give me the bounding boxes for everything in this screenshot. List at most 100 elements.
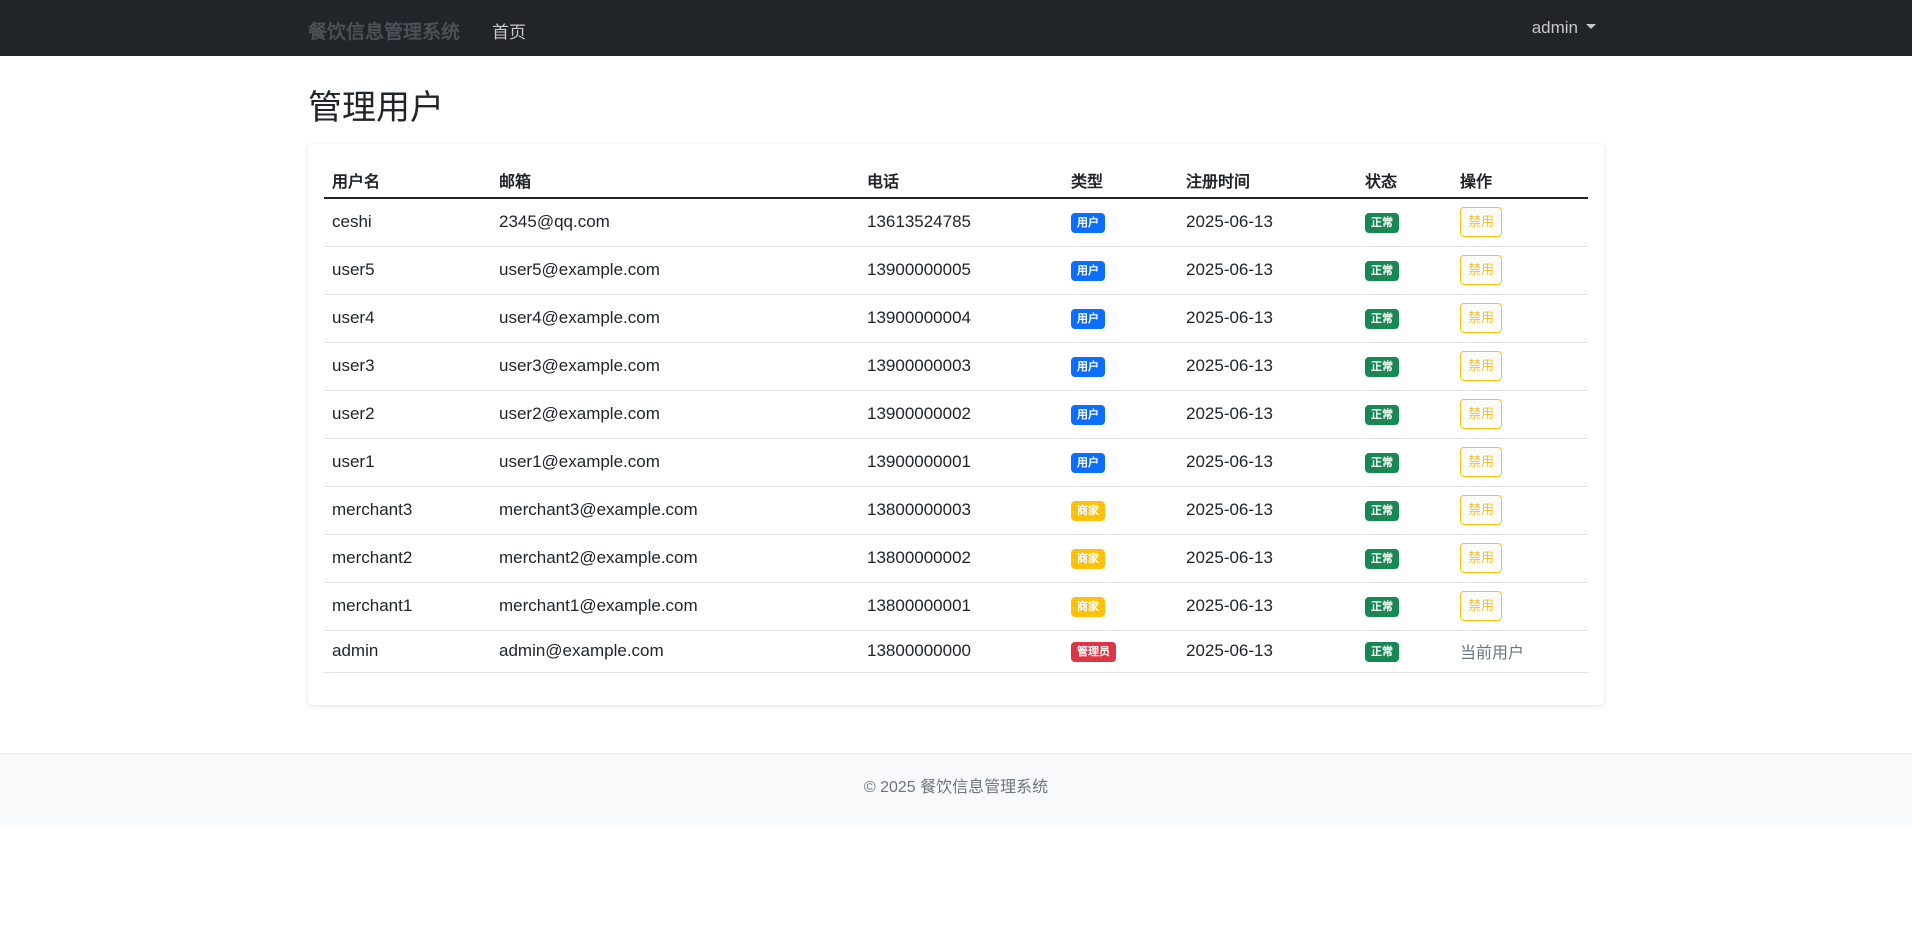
page-title: 管理用户 — [308, 89, 444, 127]
disable-button[interactable]: 禁用 — [1460, 303, 1503, 333]
cell-username: user5 — [324, 246, 491, 295]
user-dropdown[interactable]: admin — [1532, 18, 1596, 38]
cell-register-date: 2025-06-13 — [1178, 582, 1357, 631]
cell-status: 正常 — [1357, 582, 1452, 631]
cell-register-date: 2025-06-13 — [1178, 198, 1357, 247]
cell-actions: 当前用户 — [1452, 630, 1588, 673]
cell-email: merchant1@example.com — [491, 582, 859, 631]
cell-type: 用户 — [1063, 246, 1178, 295]
current-user-label: 当前用户 — [1460, 645, 1525, 662]
cell-type: 商家 — [1063, 486, 1178, 535]
table-row: user4 user4@example.com 13900000004 用户 2025-… — [324, 294, 1588, 343]
type-badge: 用户 — [1071, 261, 1105, 281]
cell-email: user5@example.com — [491, 246, 859, 295]
cell-actions: 禁用 — [1452, 486, 1588, 535]
cell-username: admin — [324, 630, 491, 673]
cell-type: 用户 — [1063, 294, 1178, 343]
header-register-date: 注册时间 — [1178, 162, 1357, 199]
type-badge: 用户 — [1071, 405, 1105, 425]
cell-status: 正常 — [1357, 342, 1452, 391]
header-status: 状态 — [1357, 162, 1452, 199]
cell-register-date: 2025-06-13 — [1178, 246, 1357, 295]
cell-type: 商家 — [1063, 534, 1178, 583]
cell-actions: 禁用 — [1452, 582, 1588, 631]
header-username: 用户名 — [324, 162, 491, 199]
cell-status: 正常 — [1357, 390, 1452, 439]
user-dropdown-label: admin — [1531, 18, 1578, 37]
cell-actions: 禁用 — [1452, 342, 1588, 391]
disable-button[interactable]: 禁用 — [1460, 591, 1503, 621]
disable-button[interactable]: 禁用 — [1460, 399, 1503, 429]
cell-actions: 禁用 — [1452, 294, 1588, 343]
cell-register-date: 2025-06-13 — [1178, 438, 1357, 487]
cell-username: merchant3 — [324, 486, 491, 535]
cell-type: 用户 — [1063, 198, 1178, 247]
cell-register-date: 2025-06-13 — [1178, 342, 1357, 391]
status-badge: 正常 — [1365, 597, 1399, 617]
cell-email: user1@example.com — [491, 438, 859, 487]
type-badge: 商家 — [1071, 549, 1105, 569]
top-navbar: 餐饮信息管理系统 首页 admin — [0, 0, 1912, 56]
cell-username: user1 — [324, 438, 491, 487]
cell-status: 正常 — [1357, 246, 1452, 295]
table-row: ceshi 2345@qq.com 13613524785 用户 2025-06-13 正… — [324, 198, 1588, 247]
type-badge: 商家 — [1071, 597, 1105, 617]
cell-username: user3 — [324, 342, 491, 391]
cell-email: merchant3@example.com — [491, 486, 859, 535]
status-badge: 正常 — [1365, 405, 1399, 425]
table-row: merchant3 merchant3@example.com 1380000000… — [324, 486, 1588, 535]
cell-phone: 13613524785 — [859, 198, 1063, 247]
status-badge: 正常 — [1365, 357, 1399, 377]
cell-email: user2@example.com — [491, 390, 859, 439]
cell-phone: 13800000002 — [859, 534, 1063, 583]
type-badge: 商家 — [1071, 501, 1105, 521]
brand-link[interactable]: 餐饮信息管理系统 — [308, 17, 460, 44]
cell-register-date: 2025-06-13 — [1178, 294, 1357, 343]
table-row: merchant1 merchant1@example.com 1380000000… — [324, 582, 1588, 631]
cell-username: merchant1 — [324, 582, 491, 631]
cell-username: user2 — [324, 390, 491, 439]
cell-phone: 13800000000 — [859, 630, 1063, 673]
cell-type: 用户 — [1063, 438, 1178, 487]
type-badge: 用户 — [1071, 309, 1105, 329]
disable-button[interactable]: 禁用 — [1460, 207, 1503, 238]
cell-register-date: 2025-06-13 — [1178, 390, 1357, 439]
cell-type: 商家 — [1063, 582, 1178, 631]
type-badge: 用户 — [1071, 213, 1105, 234]
cell-phone: 13800000001 — [859, 582, 1063, 631]
disable-button[interactable]: 禁用 — [1460, 255, 1503, 285]
cell-email: admin@example.com — [491, 630, 859, 673]
chevron-down-icon — [1586, 24, 1596, 30]
cell-phone: 13900000003 — [859, 342, 1063, 391]
cell-actions: 禁用 — [1452, 198, 1588, 247]
disable-button[interactable]: 禁用 — [1460, 543, 1503, 573]
disable-button[interactable]: 禁用 — [1460, 495, 1503, 525]
cell-register-date: 2025-06-13 — [1178, 534, 1357, 583]
type-badge: 用户 — [1071, 357, 1105, 377]
cell-type: 管理员 — [1063, 630, 1178, 673]
cell-phone: 13900000001 — [859, 438, 1063, 487]
status-badge: 正常 — [1365, 549, 1399, 569]
users-card: 用户名 邮箱 电话 类型 注册时间 状态 操作 ceshi 2345@qq.com… — [308, 144, 1604, 705]
nav-home-link[interactable]: 首页 — [492, 18, 526, 43]
cell-actions: 禁用 — [1452, 438, 1588, 487]
header-phone: 电话 — [859, 162, 1063, 199]
table-row: user1 user1@example.com 13900000001 用户 2025-… — [324, 438, 1588, 487]
cell-status: 正常 — [1357, 438, 1452, 487]
footer: © 2025 餐饮信息管理系统 — [0, 753, 1912, 825]
cell-status: 正常 — [1357, 630, 1452, 673]
cell-type: 用户 — [1063, 342, 1178, 391]
type-badge: 用户 — [1071, 453, 1105, 473]
footer-copyright: © 2025 餐饮信息管理系统 — [863, 779, 1049, 796]
cell-actions: 禁用 — [1452, 390, 1588, 439]
header-type: 类型 — [1063, 162, 1178, 199]
cell-phone: 13900000004 — [859, 294, 1063, 343]
disable-button[interactable]: 禁用 — [1460, 447, 1503, 477]
table-row: user5 user5@example.com 13900000005 用户 2025-… — [324, 246, 1588, 295]
cell-username: ceshi — [324, 198, 491, 247]
cell-status: 正常 — [1357, 534, 1452, 583]
cell-status: 正常 — [1357, 294, 1452, 343]
disable-button[interactable]: 禁用 — [1460, 351, 1503, 381]
table-row: merchant2 merchant2@example.com 1380000000… — [324, 534, 1588, 583]
cell-status: 正常 — [1357, 198, 1452, 247]
